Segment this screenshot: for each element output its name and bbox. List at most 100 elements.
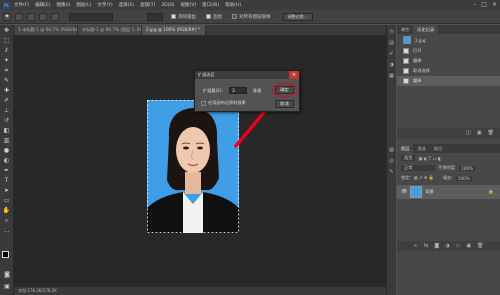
quick-mask-icon[interactable]: ◙ — [2, 271, 12, 279]
anti-alias-checkbox[interactable]: 消除锯齿 — [171, 14, 196, 20]
add-selection-icon[interactable] — [27, 12, 35, 21]
eraser-tool-icon[interactable]: ◧ — [2, 127, 12, 135]
new-snapshot-icon[interactable]: ◫ — [466, 130, 471, 136]
portrait-photo[interactable] — [147, 100, 239, 233]
adjustment-icon[interactable]: ◑ — [445, 243, 449, 249]
path-select-icon[interactable]: ➤ — [2, 187, 12, 195]
foreground-color-swatch[interactable] — [2, 251, 9, 258]
tab-document-active[interactable]: 2.jpg @ 100% (RGB/8#) * — [142, 25, 206, 35]
healing-tool-icon[interactable]: ✚ — [2, 87, 12, 95]
screen-mode-icon[interactable]: ▣ — [2, 283, 12, 291]
menu-select[interactable]: 选择(S) — [119, 2, 134, 8]
history-dock-icon[interactable]: ◷ — [388, 28, 396, 36]
link-icon[interactable]: ∞ — [414, 243, 418, 249]
cancel-button[interactable]: 取消 — [275, 100, 294, 108]
dialog-title: 扩展选区 — [198, 72, 215, 77]
history-item[interactable]: 打开 — [397, 46, 500, 56]
snapshot-thumb-icon — [403, 36, 411, 44]
magic-wand-icon[interactable]: ✦ — [3, 12, 11, 21]
layers-dock-icon[interactable]: ▧ — [388, 146, 396, 154]
minimize-button[interactable]: – — [473, 1, 476, 8]
new-document-icon[interactable]: ▣ — [477, 130, 482, 136]
contiguous-checkbox[interactable]: 连续 — [206, 14, 222, 20]
brush-tool-icon[interactable]: ✐ — [2, 97, 12, 105]
shape-tool-icon[interactable]: ▭ — [2, 197, 12, 205]
brush-dock-icon[interactable]: ✐ — [388, 50, 396, 58]
refine-edge-button[interactable]: 调整边缘... — [282, 12, 313, 21]
checkbox-icon — [232, 14, 237, 19]
tab-document-1[interactable]: 1-未标题-1 @ 66.7% (RGB/8#) — [14, 25, 78, 35]
menu-type[interactable]: 文字(Y) — [97, 2, 112, 8]
lock-icons[interactable]: ▦ ✐ ✥ 🔒 — [414, 175, 434, 181]
hand-tool-icon[interactable]: ✋ — [2, 207, 12, 215]
tab-layers[interactable]: 图层 — [397, 144, 414, 153]
tab-channels[interactable]: 通道 — [413, 144, 429, 153]
paths-dock-icon[interactable]: ✎ — [388, 168, 396, 176]
new-selection-icon[interactable] — [15, 12, 23, 21]
menu-3d[interactable]: 3D(D) — [161, 3, 174, 8]
menu-image[interactable]: 图像(I) — [56, 2, 70, 8]
history-snapshot[interactable]: 2.jpg — [397, 34, 500, 46]
menu-layer[interactable]: 图层(L) — [76, 2, 91, 8]
menu-file[interactable]: 文件(F) — [14, 2, 29, 8]
layer-row-background[interactable]: 👁 背景 🔒 — [397, 185, 500, 199]
pen-tool-icon[interactable]: ✒ — [2, 167, 12, 175]
mask-icon[interactable]: ◙ — [434, 243, 439, 249]
history-item-selected[interactable]: 魔棒 — [397, 76, 500, 86]
menu-filter[interactable]: 滤镜(T) — [140, 2, 155, 8]
trash-icon[interactable]: 🗑 — [488, 130, 494, 136]
menu-window[interactable]: 窗口(W) — [202, 2, 219, 8]
magic-wand-tool-icon[interactable]: ✦ — [2, 57, 12, 65]
dodge-tool-icon[interactable]: ◐ — [2, 157, 12, 165]
move-tool-icon[interactable]: ✥ — [2, 27, 12, 35]
menu-view[interactable]: 视图(V) — [181, 2, 197, 8]
gradient-tool-icon[interactable]: ▥ — [2, 137, 12, 145]
tab-history[interactable]: 历史记录 — [413, 25, 439, 34]
eye-icon[interactable]: 👁 — [401, 189, 407, 195]
lasso-tool-icon[interactable]: ℓ — [2, 47, 12, 55]
group-icon[interactable]: ▭ — [456, 243, 461, 249]
delete-layer-icon[interactable]: 🗑 — [477, 243, 483, 249]
tab-document-2[interactable]: 未标题-1 @ 66.7% (图层 1, RGB/8) — [78, 25, 142, 35]
type-tool-icon[interactable]: T — [2, 177, 12, 185]
styles-dock-icon[interactable]: ▦ — [388, 72, 396, 80]
blend-mode-select[interactable]: 正常 — [401, 165, 435, 171]
tab-properties[interactable]: 属性 — [397, 25, 413, 34]
fill-field[interactable]: 100% — [455, 175, 472, 181]
apply-canvas-bounds-checkbox[interactable]: 应用画布边界的效果 — [201, 100, 246, 106]
layers-panel-tabs: 图层 通道 路径 — [397, 144, 500, 153]
more-tools-icon[interactable]: … — [2, 227, 12, 235]
eyedropper-tool-icon[interactable]: ✎ — [2, 77, 12, 85]
sample-all-layers-checkbox[interactable]: 对所有图层取样 — [232, 14, 271, 20]
history-empty-space — [397, 86, 500, 128]
fx-icon[interactable]: fx — [424, 243, 429, 249]
history-panel-tabs: 属性 历史记录 — [397, 25, 500, 34]
zoom-tool-icon[interactable]: ⌕ — [2, 217, 12, 225]
maximize-button[interactable]: □ — [481, 1, 487, 8]
filter-kind-select[interactable]: 类型 — [401, 155, 416, 161]
expand-amount-input[interactable]: 3 — [229, 87, 247, 94]
menu-help[interactable]: 帮助(H) — [225, 2, 241, 8]
properties-dock-icon[interactable]: ▤ — [388, 39, 396, 47]
blur-tool-icon[interactable]: ● — [2, 147, 12, 155]
tab-paths[interactable]: 路径 — [430, 144, 446, 153]
menu-edit[interactable]: 编辑(E) — [35, 2, 50, 8]
close-window-button[interactable]: × — [492, 1, 497, 8]
dialog-close-button[interactable]: × — [289, 71, 299, 79]
tolerance-field[interactable] — [147, 12, 163, 21]
history-brush-icon[interactable]: ↺ — [2, 117, 12, 125]
stamp-tool-icon[interactable]: ⊥ — [2, 107, 12, 115]
intersect-selection-icon[interactable] — [51, 12, 59, 21]
sample-size-select[interactable] — [69, 12, 113, 21]
marquee-tool-icon[interactable]: ⬚ — [2, 37, 12, 45]
expand-amount-label: 扩展量(E): — [203, 88, 223, 93]
portrait-image — [147, 100, 239, 233]
crop-tool-icon[interactable]: ⌗ — [2, 67, 12, 75]
subtract-selection-icon[interactable] — [39, 12, 47, 21]
adjust-dock-icon[interactable]: ◑ — [388, 61, 396, 69]
new-layer-icon[interactable]: ▣ — [466, 243, 471, 249]
history-item[interactable]: 取消选择 — [397, 66, 500, 76]
history-item[interactable]: 魔棒 — [397, 56, 500, 66]
channels-dock-icon[interactable]: ◎ — [388, 157, 396, 165]
opacity-field[interactable]: 100% — [459, 165, 476, 171]
